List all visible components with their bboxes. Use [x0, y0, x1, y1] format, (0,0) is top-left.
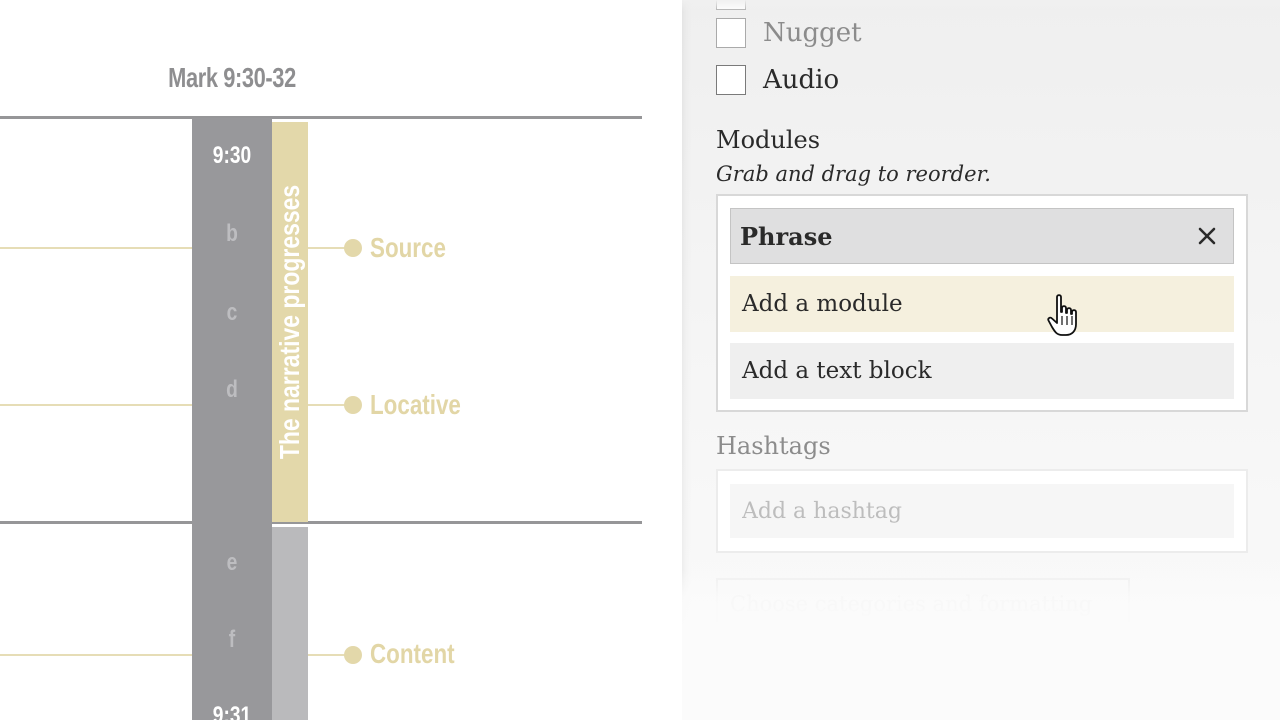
tag-dot: [344, 646, 362, 664]
nugget-checkbox[interactable]: [716, 18, 746, 48]
close-icon[interactable]: [1196, 225, 1218, 247]
modules-title: Modules: [716, 126, 821, 154]
hashtags-container: [716, 469, 1248, 553]
guide-line: [0, 247, 192, 249]
tag-connector: [308, 404, 346, 406]
tag-source[interactable]: Source: [370, 232, 446, 264]
passage-title: Mark 9:30-32: [168, 62, 296, 93]
audio-label: Audio: [763, 65, 840, 95]
checkbox-row-audio[interactable]: Audio: [716, 65, 839, 95]
section-divider-top: [0, 116, 642, 119]
theme-bar-next: [272, 527, 308, 720]
add-text-block-button[interactable]: Add a text block: [730, 343, 1234, 399]
audio-checkbox[interactable]: [716, 65, 746, 95]
verse-label-f: f: [228, 626, 236, 653]
tag-connector: [308, 247, 346, 249]
hashtags-title: Hashtags: [716, 432, 831, 460]
add-module-button[interactable]: Add a module: [730, 276, 1234, 332]
verse-label-e: e: [226, 549, 238, 576]
checkbox[interactable]: [716, 0, 746, 10]
nugget-label: Nugget: [763, 18, 862, 48]
verse-label-931: 9:31: [212, 702, 252, 720]
faded-field[interactable]: Choose categories and formatting: [716, 578, 1130, 622]
faded-field-label: Choose categories and formatting: [730, 592, 1093, 616]
checkbox-row-nugget[interactable]: Nugget: [716, 18, 862, 48]
tag-dot: [344, 396, 362, 414]
tag-content[interactable]: Content: [370, 638, 455, 670]
verse-label-b: b: [226, 220, 238, 247]
checkbox-row-hidden[interactable]: [716, 0, 746, 10]
passage-visualization: Mark 9:30-32 9:30 b c d e f 9:31 The nar…: [0, 0, 682, 720]
guide-line: [0, 654, 192, 656]
modules-list: Phrase Add a module Add a text block: [716, 194, 1248, 412]
modules-hint: Grab and drag to reorder.: [716, 162, 991, 186]
settings-panel: Nugget Audio Modules Grab and drag to re…: [682, 0, 1280, 720]
tag-dot: [344, 239, 362, 257]
tag-connector: [308, 654, 346, 656]
module-phrase-label: Phrase: [740, 221, 833, 251]
tag-locative[interactable]: Locative: [370, 389, 461, 421]
verse-label-930: 9:30: [212, 142, 252, 169]
verse-label-d: d: [226, 376, 238, 403]
hashtag-input[interactable]: [730, 484, 1234, 538]
top-fade: [682, 0, 1280, 12]
add-module-label: Add a module: [742, 291, 903, 317]
guide-line: [0, 404, 192, 406]
add-text-block-label: Add a text block: [742, 358, 932, 384]
theme-label: The narrative progresses: [274, 184, 305, 460]
module-phrase[interactable]: Phrase: [730, 208, 1234, 264]
verse-label-c: c: [226, 299, 238, 326]
section-divider-middle: [0, 521, 642, 524]
